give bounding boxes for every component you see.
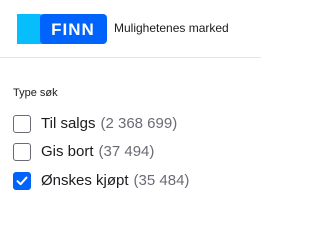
finn-logo-icon: FINN bbox=[17, 14, 107, 44]
checkbox-gis-bort[interactable] bbox=[13, 143, 31, 161]
filter-option-label: Til salgs bbox=[41, 115, 96, 132]
checkmark-icon bbox=[16, 176, 28, 186]
checkbox-onskes-kjopt[interactable] bbox=[13, 172, 31, 190]
filter-option-label: Gis bort bbox=[41, 143, 94, 160]
filter-title: Type søk bbox=[13, 87, 58, 99]
filter-option-count: (2 368 699) bbox=[100, 115, 178, 132]
checkbox-til-salgs[interactable] bbox=[13, 115, 31, 133]
filter-option-count: (35 484) bbox=[133, 172, 190, 189]
filter-option-label: Ønskes kjøpt bbox=[41, 172, 129, 189]
site-header: FINN Mulighetenes marked bbox=[0, 0, 261, 58]
filter-option-gis-bort[interactable]: Gis bort (37 494) bbox=[13, 141, 154, 163]
filter-option-til-salgs[interactable]: Til salgs (2 368 699) bbox=[13, 113, 177, 135]
finn-logo[interactable]: FINN bbox=[17, 14, 107, 44]
filter-option-count: (37 494) bbox=[98, 143, 155, 160]
site-tagline: Mulighetenes marked bbox=[114, 21, 229, 35]
search-type-filter: Type søk Til salgs (2 368 699) Gis bort … bbox=[13, 86, 253, 190]
filter-option-onskes-kjopt[interactable]: Ønskes kjøpt (35 484) bbox=[13, 170, 189, 192]
logo-text: FINN bbox=[51, 20, 95, 39]
